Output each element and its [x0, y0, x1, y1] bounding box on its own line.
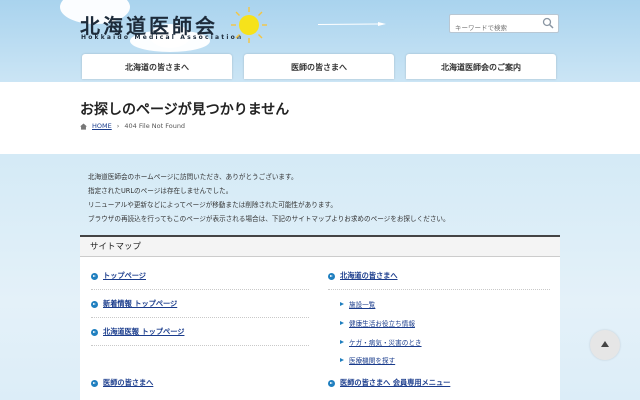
site-header: 北海道医師会 Hokkaido Medical Association 北海道の… [0, 0, 640, 82]
breadcrumb-separator: › [116, 122, 120, 130]
sitemap-link-journal[interactable]: 北海道医報 トップページ [91, 327, 184, 337]
breadcrumb-current: 404 File Not Found [124, 122, 186, 130]
arrow-circle-icon [91, 379, 98, 387]
sitemap-sublink-emergency[interactable]: ケガ・病気・災害のとき [340, 337, 422, 347]
page-title: お探しのページが見つかりません [80, 102, 290, 118]
divider [91, 289, 309, 290]
sitemap-link-label: トップページ [103, 271, 146, 280]
site-logo-subtitle: Hokkaido Medical Association [81, 34, 244, 41]
search-icon[interactable] [542, 17, 554, 29]
intro-line: 指定されたURLのページは存在しませんでした。 [88, 187, 233, 195]
divider [91, 345, 309, 346]
intro-line: リニューアルや更新などによってページが移動または削除された可能性があります。 [88, 201, 337, 209]
divider [91, 317, 309, 318]
triangle-right-icon [340, 302, 344, 306]
triangle-right-icon [340, 321, 344, 325]
intro-line: 北海道医師会のホームページに訪問いただき、ありがとうございます。 [88, 173, 298, 181]
triangle-right-icon [340, 358, 344, 362]
sun-icon [231, 7, 267, 43]
arrow-circle-icon [91, 272, 98, 280]
sitemap-link-top[interactable]: トップページ [91, 271, 146, 281]
sitemap-link-doctors[interactable]: 医師の皆さまへ [91, 378, 153, 388]
airplane-icon [318, 22, 386, 26]
sitemap-sublink-label: ケガ・病気・災害のとき [349, 339, 422, 347]
arrow-circle-icon [328, 272, 335, 280]
search-box [449, 14, 559, 37]
sitemap-sublink-label: 施設一覧 [349, 301, 376, 309]
sitemap-sublink-label: 医療機関を探す [349, 357, 396, 365]
sitemap-sublink-label: 健康生活お役立ち情報 [349, 320, 415, 328]
arrow-circle-icon [91, 300, 98, 308]
arrow-circle-icon [328, 379, 335, 387]
sitemap-heading: サイトマップ [80, 235, 560, 257]
sitemap-link-label: 北海道医報 トップページ [103, 327, 185, 336]
intro-line: ブラウザの再読込を行ってもこのページが表示される場合は、下記のサイトマップよりお… [88, 215, 450, 223]
sitemap-sublink-find-clinic[interactable]: 医療機関を探す [340, 355, 395, 365]
nav-item-residents[interactable]: 北海道の皆さまへ [82, 54, 232, 79]
sitemap-sublink-health[interactable]: 健康生活お役立ち情報 [340, 318, 415, 328]
search-input[interactable] [450, 19, 541, 37]
sitemap-link-label: 新着情報 トップページ [103, 299, 178, 308]
sitemap-link-label: 北海道の皆さまへ [340, 271, 398, 280]
home-icon [80, 122, 87, 130]
back-to-top-button[interactable] [590, 330, 620, 360]
breadcrumb: HOME › 404 File Not Found [80, 122, 185, 130]
sitemap-link-news[interactable]: 新着情報 トップページ [91, 299, 177, 309]
triangle-right-icon [340, 340, 344, 344]
sitemap-link-label: 医師の皆さまへ 会員専用メニュー [340, 378, 451, 387]
sitemap-link-residents[interactable]: 北海道の皆さまへ [328, 271, 398, 281]
arrow-circle-icon [91, 328, 98, 336]
nav-item-about[interactable]: 北海道医師会のご案内 [406, 54, 556, 79]
sitemap-link-members[interactable]: 医師の皆さまへ 会員専用メニュー [328, 378, 450, 388]
breadcrumb-home-link[interactable]: HOME [92, 122, 112, 130]
sitemap-sublink-facilities[interactable]: 施設一覧 [340, 299, 375, 309]
intro-text: 北海道医師会のホームページに訪問いただき、ありがとうございます。 指定されたUR… [88, 170, 450, 226]
global-nav: 北海道の皆さまへ 医師の皆さまへ 北海道医師会のご案内 [82, 54, 560, 80]
nav-item-doctors[interactable]: 医師の皆さまへ [244, 54, 394, 79]
sitemap-link-label: 医師の皆さまへ [103, 378, 154, 387]
divider [328, 289, 550, 290]
